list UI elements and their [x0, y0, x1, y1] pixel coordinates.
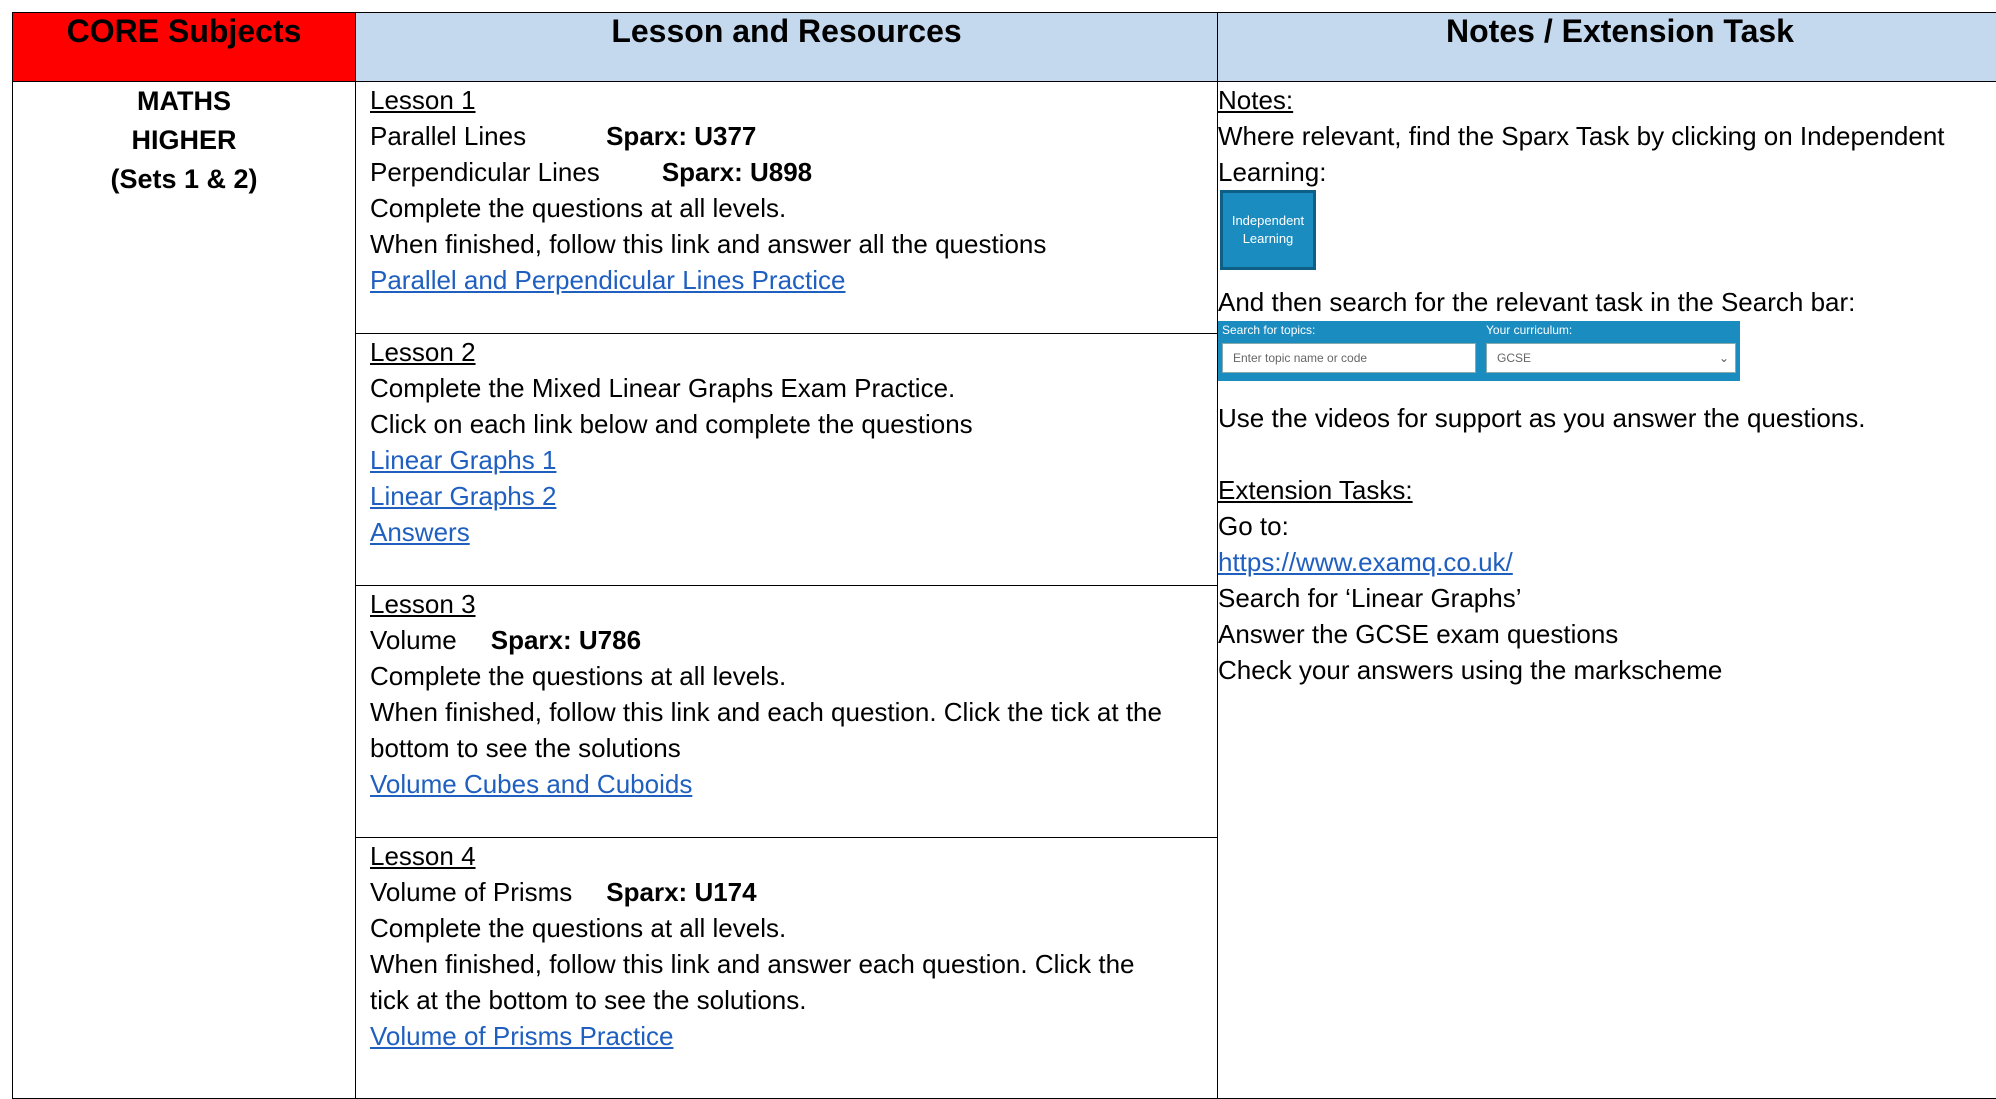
subject-cell: MATHS HIGHER (Sets 1 & 2) [13, 82, 356, 1099]
sparx-code: Sparx: U377 [606, 121, 756, 151]
instruction-text: When finished, follow this link and answ… [370, 226, 1203, 262]
topic-name: Volume [370, 625, 457, 655]
notes-heading: Notes: [1218, 82, 1996, 118]
button-label: Independent [1232, 212, 1304, 230]
notes-text: Answer the GCSE exam questions [1218, 616, 1996, 652]
extension-heading: Extension Tasks: [1218, 472, 1996, 508]
lesson-link[interactable]: Volume Cubes and Cuboids [370, 769, 692, 799]
topic-search-input[interactable]: Enter topic name or code [1222, 343, 1476, 373]
instruction-text: When finished, follow this link and answ… [370, 946, 1203, 982]
instruction-text: bottom to see the solutions [370, 730, 1203, 766]
lesson-cell: Lesson 3 Volume Sparx: U786 Complete the … [356, 586, 1218, 838]
instruction-text: tick at the bottom to see the solutions. [370, 982, 1203, 1018]
sparx-code: Sparx: U174 [606, 877, 756, 907]
lesson-cell: Lesson 2 Complete the Mixed Linear Graph… [356, 334, 1218, 586]
header-core-subjects: CORE Subjects [13, 13, 356, 82]
notes-text: Check your answers using the markscheme [1218, 652, 1996, 688]
instruction-text: Complete the questions at all levels. [370, 658, 1203, 694]
lesson-topic: Volume Sparx: U786 [370, 622, 1203, 658]
curriculum-label: Your curriculum: [1486, 323, 1572, 337]
answers-link[interactable]: Answers [370, 517, 470, 547]
table-row: MATHS HIGHER (Sets 1 & 2) Lesson 1 Paral… [13, 82, 1996, 334]
lesson-cell: Lesson 4 Volume of Prisms Sparx: U174 Com… [356, 838, 1218, 1099]
notes-text: Use the videos for support as you answer… [1218, 400, 1996, 436]
lesson-title: Lesson 4 [370, 838, 1203, 874]
instruction-text: Complete the questions at all levels. [370, 910, 1203, 946]
examq-link[interactable]: https://www.examq.co.uk/ [1218, 547, 1513, 577]
subject-line: (Sets 1 & 2) [13, 160, 355, 199]
chevron-down-icon: ⌄ [1719, 344, 1729, 372]
search-label: Search for topics: [1222, 323, 1315, 337]
instruction-text: Complete the questions at all levels. [370, 190, 1203, 226]
instruction-text: When finished, follow this link and each… [370, 694, 1203, 730]
lesson-title: Lesson 2 [370, 334, 1203, 370]
curriculum-select[interactable]: GCSE ⌄ [1486, 343, 1736, 373]
lesson-link[interactable]: Parallel and Perpendicular Lines Practic… [370, 265, 846, 295]
lesson-plan-table: CORE Subjects Lesson and Resources Notes… [12, 12, 1996, 1099]
header-notes-extension: Notes / Extension Task [1218, 13, 1996, 82]
subject-line: MATHS [13, 82, 355, 121]
notes-text: Where relevant, find the Sparx Task by c… [1218, 118, 1996, 154]
notes-text: Search for ‘Linear Graphs’ [1218, 580, 1996, 616]
notes-text: And then search for the relevant task in… [1218, 284, 1996, 320]
notes-text: Learning: [1218, 154, 1996, 190]
instruction-text: Click on each link below and complete th… [370, 406, 1203, 442]
topic-name: Perpendicular Lines [370, 157, 600, 187]
topic-name: Volume of Prisms [370, 877, 572, 907]
sparx-search-bar: Search for topics: Your curriculum: Ente… [1218, 321, 1740, 381]
topic-name: Parallel Lines [370, 121, 526, 151]
subject-line: HIGHER [13, 121, 355, 160]
independent-learning-button[interactable]: Independent Learning [1220, 190, 1316, 270]
header-lesson-resources: Lesson and Resources [356, 13, 1218, 82]
instruction-text: Complete the Mixed Linear Graphs Exam Pr… [370, 370, 1203, 406]
lesson-link[interactable]: Linear Graphs 1 [370, 445, 556, 475]
lesson-title: Lesson 1 [370, 82, 1203, 118]
sparx-code: Sparx: U898 [662, 157, 812, 187]
lesson-cell: Lesson 1 Parallel Lines Sparx: U377 Perpe… [356, 82, 1218, 334]
lesson-link[interactable]: Linear Graphs 2 [370, 481, 556, 511]
notes-text: Go to: [1218, 508, 1996, 544]
lesson-link[interactable]: Volume of Prisms Practice [370, 1021, 673, 1051]
lesson-title: Lesson 3 [370, 586, 1203, 622]
lesson-topic: Volume of Prisms Sparx: U174 [370, 874, 1203, 910]
lesson-topic: Parallel Lines Sparx: U377 [370, 118, 1203, 154]
lesson-topic: Perpendicular Lines Sparx: U898 [370, 154, 1203, 190]
header-row: CORE Subjects Lesson and Resources Notes… [13, 13, 1996, 82]
button-label: Learning [1232, 230, 1304, 248]
homework-sheet: CORE Subjects Lesson and Resources Notes… [0, 0, 1996, 1080]
sparx-code: Sparx: U786 [491, 625, 641, 655]
notes-cell: Notes: Where relevant, find the Sparx Ta… [1218, 82, 1996, 1099]
curriculum-value: GCSE [1497, 351, 1531, 365]
